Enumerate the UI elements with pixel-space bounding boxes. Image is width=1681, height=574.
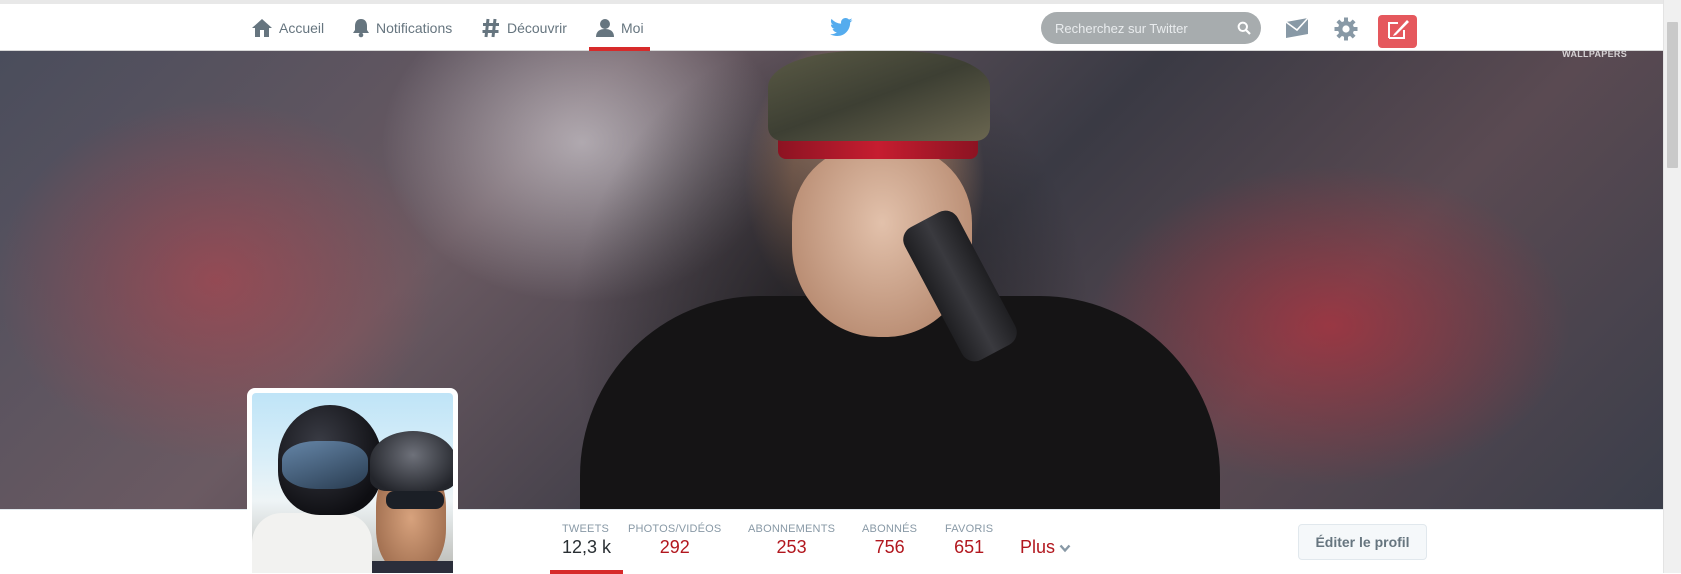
stat-value: 253: [776, 537, 807, 557]
nav-home[interactable]: Accueil: [251, 4, 324, 51]
home-icon: [251, 18, 273, 38]
more-label: Plus: [1020, 537, 1056, 557]
stat-followers[interactable]: ABONNÉS 756: [862, 523, 917, 574]
stat-label: ABONNÉS: [862, 523, 918, 535]
stat-label: PHOTOS/VIDÉOS: [628, 523, 722, 535]
more-menu-button[interactable]: Plus: [1020, 537, 1071, 558]
bell-icon: [352, 18, 370, 38]
nav-notifications[interactable]: Notifications: [352, 4, 452, 51]
stat-value: 651: [954, 537, 985, 557]
edit-profile-button[interactable]: Éditer le profil: [1298, 524, 1427, 560]
avatar-photo-helmet-right: [370, 431, 453, 491]
stat-tweets[interactable]: TWEETS 12,3 k: [550, 523, 624, 574]
compose-icon: [1386, 18, 1410, 45]
twitter-bird-icon[interactable]: [830, 18, 853, 42]
stat-following[interactable]: ABONNEMENTS 253: [748, 523, 835, 574]
nav-discover[interactable]: Découvrir: [481, 4, 567, 51]
nav-notifications-label: Notifications: [376, 19, 453, 36]
avatar-photo-sunglasses: [386, 491, 444, 509]
nav-discover-label: Découvrir: [507, 19, 567, 36]
avatar-photo-shirt-right: [372, 561, 453, 573]
vertical-scrollbar[interactable]: [1663, 0, 1681, 573]
nav-home-label: Accueil: [279, 19, 325, 36]
top-navigation-bar: Accueil Notifications Découvrir Moi: [0, 0, 1663, 51]
magnifier-icon[interactable]: [1237, 21, 1251, 40]
stat-label: ABONNEMENTS: [748, 523, 836, 535]
banner-watermark: WALLPAPERS: [1562, 51, 1627, 59]
search-input[interactable]: [1053, 19, 1227, 37]
avatar-photo-shirt-left: [252, 513, 372, 573]
search-box: [1041, 12, 1261, 44]
avatar-photo-visor: [282, 441, 368, 489]
envelope-icon[interactable]: [1285, 17, 1309, 44]
scrollbar-thumb[interactable]: [1667, 22, 1678, 168]
stat-value: 12,3 k: [562, 537, 612, 557]
compose-tweet-button[interactable]: [1378, 15, 1417, 48]
stat-active-indicator: [550, 570, 624, 574]
banner-figure-cap: [768, 51, 990, 141]
nav-active-indicator: [589, 47, 650, 51]
avatar-photo: [252, 393, 453, 573]
chevron-down-icon: [1059, 537, 1071, 558]
stat-value: 292: [659, 537, 690, 557]
stat-photos-videos[interactable]: PHOTOS/VIDÉOS 292: [628, 523, 721, 574]
stat-label: FAVORIS: [945, 523, 994, 535]
stat-favorites[interactable]: FAVORIS 651: [945, 523, 993, 574]
hashtag-icon: [481, 18, 501, 38]
stat-value: 756: [874, 537, 905, 557]
nav-me[interactable]: Moi: [589, 4, 650, 51]
nav-me-label: Moi: [621, 19, 644, 36]
stat-label: TWEETS: [562, 523, 610, 535]
user-icon: [595, 18, 615, 38]
gear-icon[interactable]: [1334, 17, 1358, 46]
profile-avatar[interactable]: [247, 388, 458, 573]
